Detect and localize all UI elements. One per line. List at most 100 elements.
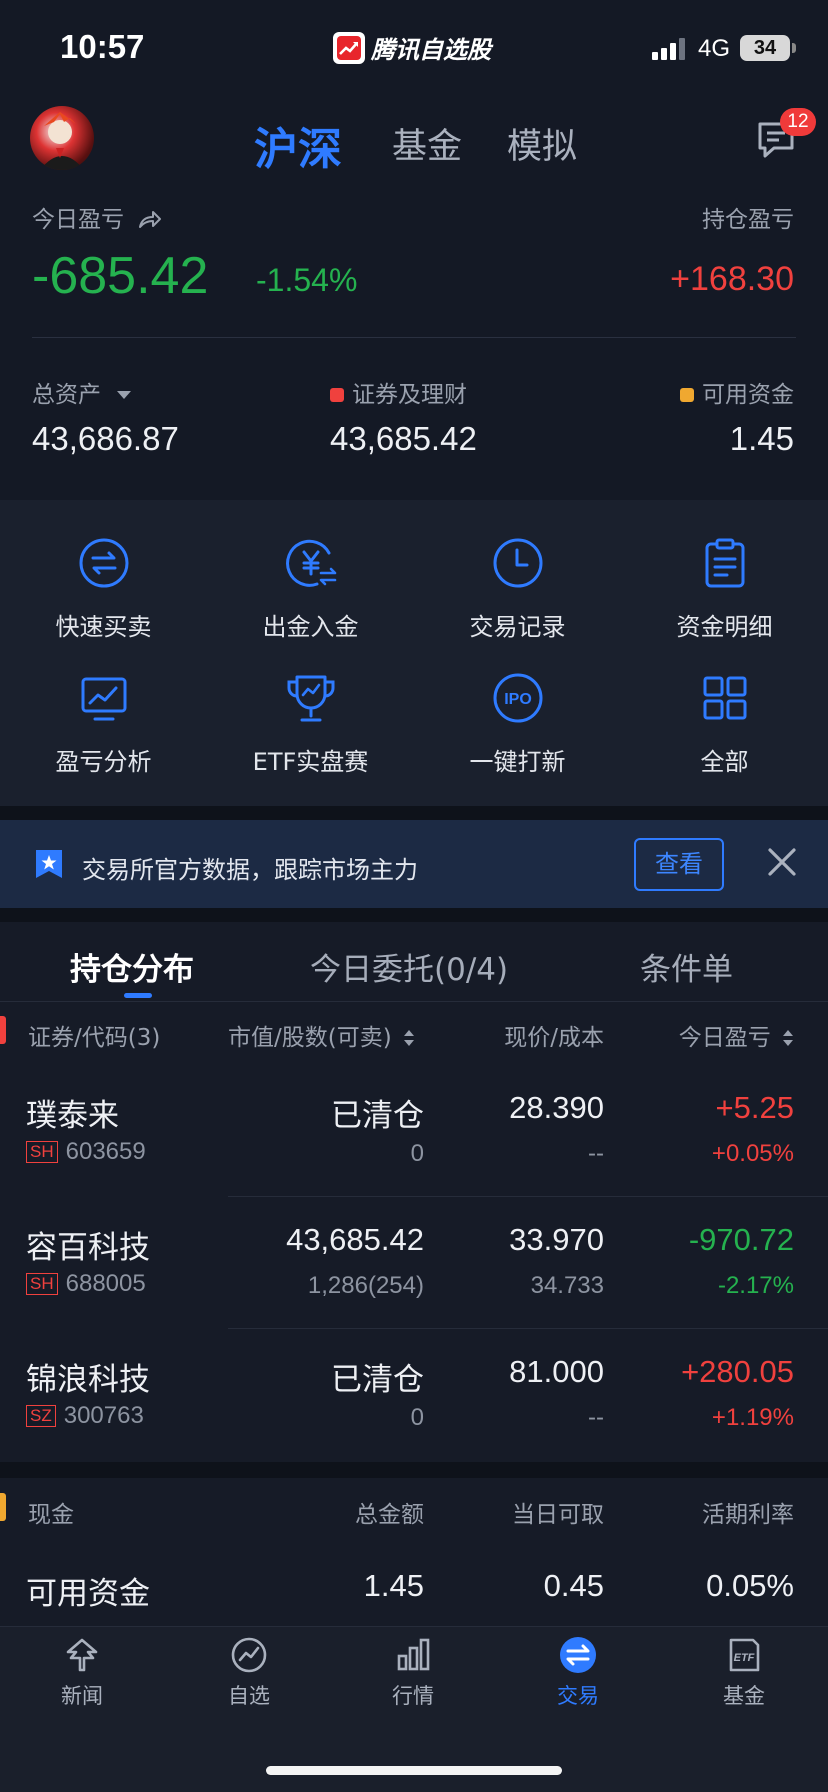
holding-pnl-value: +168.30 — [670, 260, 794, 298]
tab-today-orders[interactable]: 今日委托(0/4) — [310, 944, 508, 989]
section-gap — [0, 908, 828, 922]
today-pnl-percent: +0.05% — [711, 1140, 794, 1167]
col-price: 现价/成本 — [504, 1025, 604, 1051]
market-value: 已清仓 — [331, 1362, 424, 1397]
ipo-icon: IPO — [490, 670, 546, 726]
col-total-amount: 总金额 — [355, 1502, 424, 1528]
shortcut-quick-trade[interactable]: 快速买卖 — [0, 535, 207, 642]
col-security: 证券/代码(3) — [28, 1025, 161, 1051]
tab-simulated[interactable]: 模拟 — [507, 118, 577, 169]
etf-icon: ETF — [725, 1636, 763, 1674]
current-price: 81.000 — [509, 1354, 604, 1389]
market-tag: SZ — [26, 1405, 56, 1427]
clock-icon — [490, 535, 546, 591]
signal-icon — [652, 36, 685, 60]
market-tag: SH — [26, 1141, 58, 1163]
svg-text:IPO: IPO — [504, 691, 532, 708]
avatar[interactable] — [30, 106, 94, 170]
clipboard-icon — [697, 535, 753, 591]
shortcut-label: 出金入金 — [262, 613, 359, 641]
shortcut-label: 一键打新 — [469, 748, 566, 776]
shortcut-label: 资金明细 — [676, 613, 773, 641]
shortcut-label: 全部 — [700, 748, 749, 776]
shortcut-etf-contest[interactable]: ETF实盘赛 — [207, 670, 414, 777]
code: 603659 — [65, 1138, 146, 1165]
shortcut-pnl-analysis[interactable]: 盈亏分析 — [0, 670, 207, 777]
nav-trade[interactable]: 交易 — [528, 1636, 628, 1710]
market-value: 43,685.42 — [286, 1222, 424, 1257]
section-gap — [0, 1462, 828, 1478]
banner-view-button[interactable]: 查看 — [634, 838, 724, 891]
section-marker — [0, 1016, 6, 1044]
swap-circle-icon — [76, 535, 132, 591]
col-market-value[interactable]: 市值/股数(可卖) — [228, 1018, 415, 1052]
holding-pnl-label: 持仓盈亏 — [702, 207, 794, 233]
row-divider — [228, 1196, 828, 1197]
shortcut-deposit-withdraw[interactable]: 出金入金 — [207, 535, 414, 642]
nav-fund[interactable]: ETF 基金 — [694, 1636, 794, 1710]
chart-monitor-icon — [76, 670, 132, 726]
stock-code: SH 688005 — [26, 1270, 146, 1298]
available-value: 1.45 — [729, 420, 794, 457]
app-logo-icon — [333, 31, 365, 64]
current-price: 33.970 — [509, 1222, 604, 1257]
shortcut-fund-details[interactable]: 资金明细 — [621, 535, 828, 642]
total-assets-value: 43,686.87 — [32, 420, 179, 457]
message-badge: 12 — [780, 108, 816, 136]
tab-indicator — [124, 993, 152, 998]
col-withdrawable: 当日可取 — [512, 1502, 604, 1528]
stock-code: SZ 300763 — [26, 1402, 144, 1430]
nav-label: 基金 — [723, 1684, 765, 1708]
today-pnl-percent: +1.19% — [711, 1404, 794, 1431]
stock-name: 璞泰来 — [26, 1098, 119, 1134]
watchlist-icon — [230, 1636, 268, 1674]
securities-dot — [330, 388, 344, 402]
market-value: 已清仓 — [331, 1098, 424, 1133]
trophy-icon — [283, 670, 339, 726]
cash-header: 现金 — [28, 1502, 74, 1528]
news-icon — [63, 1636, 101, 1674]
tab-positions[interactable]: 持仓分布 — [70, 944, 194, 989]
shares: 1,286(254) — [307, 1272, 424, 1299]
current-price: 28.390 — [509, 1090, 604, 1125]
tab-conditional-orders[interactable]: 条件单 — [640, 944, 733, 989]
status-time: 10:57 — [60, 28, 145, 65]
caret-down-icon — [117, 391, 132, 399]
share-icon[interactable] — [137, 208, 163, 230]
shortcut-label: 快速买卖 — [55, 613, 152, 641]
shortcut-label: 盈亏分析 — [55, 748, 152, 776]
close-icon[interactable] — [766, 846, 798, 878]
svg-text:ETF: ETF — [734, 1652, 755, 1664]
tab-fund[interactable]: 基金 — [392, 118, 462, 169]
nav-watchlist[interactable]: 自选 — [199, 1636, 299, 1710]
available-label: 可用资金 — [680, 375, 794, 409]
market-tag: SH — [26, 1273, 58, 1295]
shortcut-all[interactable]: 全部 — [621, 670, 828, 777]
shares: 0 — [410, 1140, 424, 1167]
col-today-pnl[interactable]: 今日盈亏 — [679, 1018, 794, 1052]
home-indicator[interactable] — [266, 1766, 562, 1775]
shortcut-label: 交易记录 — [469, 613, 566, 641]
total-assets-label[interactable]: 总资产 — [32, 375, 132, 409]
col-interest-rate: 活期利率 — [702, 1502, 794, 1528]
battery-cap — [792, 43, 796, 53]
today-pnl-percent: -2.17% — [717, 1272, 794, 1299]
cash-total: 1.45 — [363, 1568, 424, 1603]
app-brand: 腾讯自选股 — [333, 30, 491, 65]
battery-level: 34 — [740, 35, 790, 61]
trade-icon — [559, 1636, 597, 1674]
summary-divider — [32, 337, 796, 338]
star-badge-icon — [34, 848, 64, 884]
section-gap — [0, 806, 828, 820]
nav-label: 自选 — [228, 1684, 270, 1708]
today-pnl-label: 今日盈亏 — [32, 200, 163, 234]
tab-hushen[interactable]: 沪深 — [254, 113, 342, 177]
shortcut-ipo[interactable]: IPO 一键打新 — [414, 670, 621, 777]
shares: 0 — [410, 1404, 424, 1431]
today-pnl: -970.72 — [688, 1222, 794, 1257]
network-type: 4G — [698, 35, 731, 62]
cost-price: -- — [588, 1140, 604, 1167]
nav-news[interactable]: 新闻 — [32, 1636, 132, 1710]
nav-market[interactable]: 行情 — [363, 1636, 463, 1710]
shortcut-trade-records[interactable]: 交易记录 — [414, 535, 621, 642]
